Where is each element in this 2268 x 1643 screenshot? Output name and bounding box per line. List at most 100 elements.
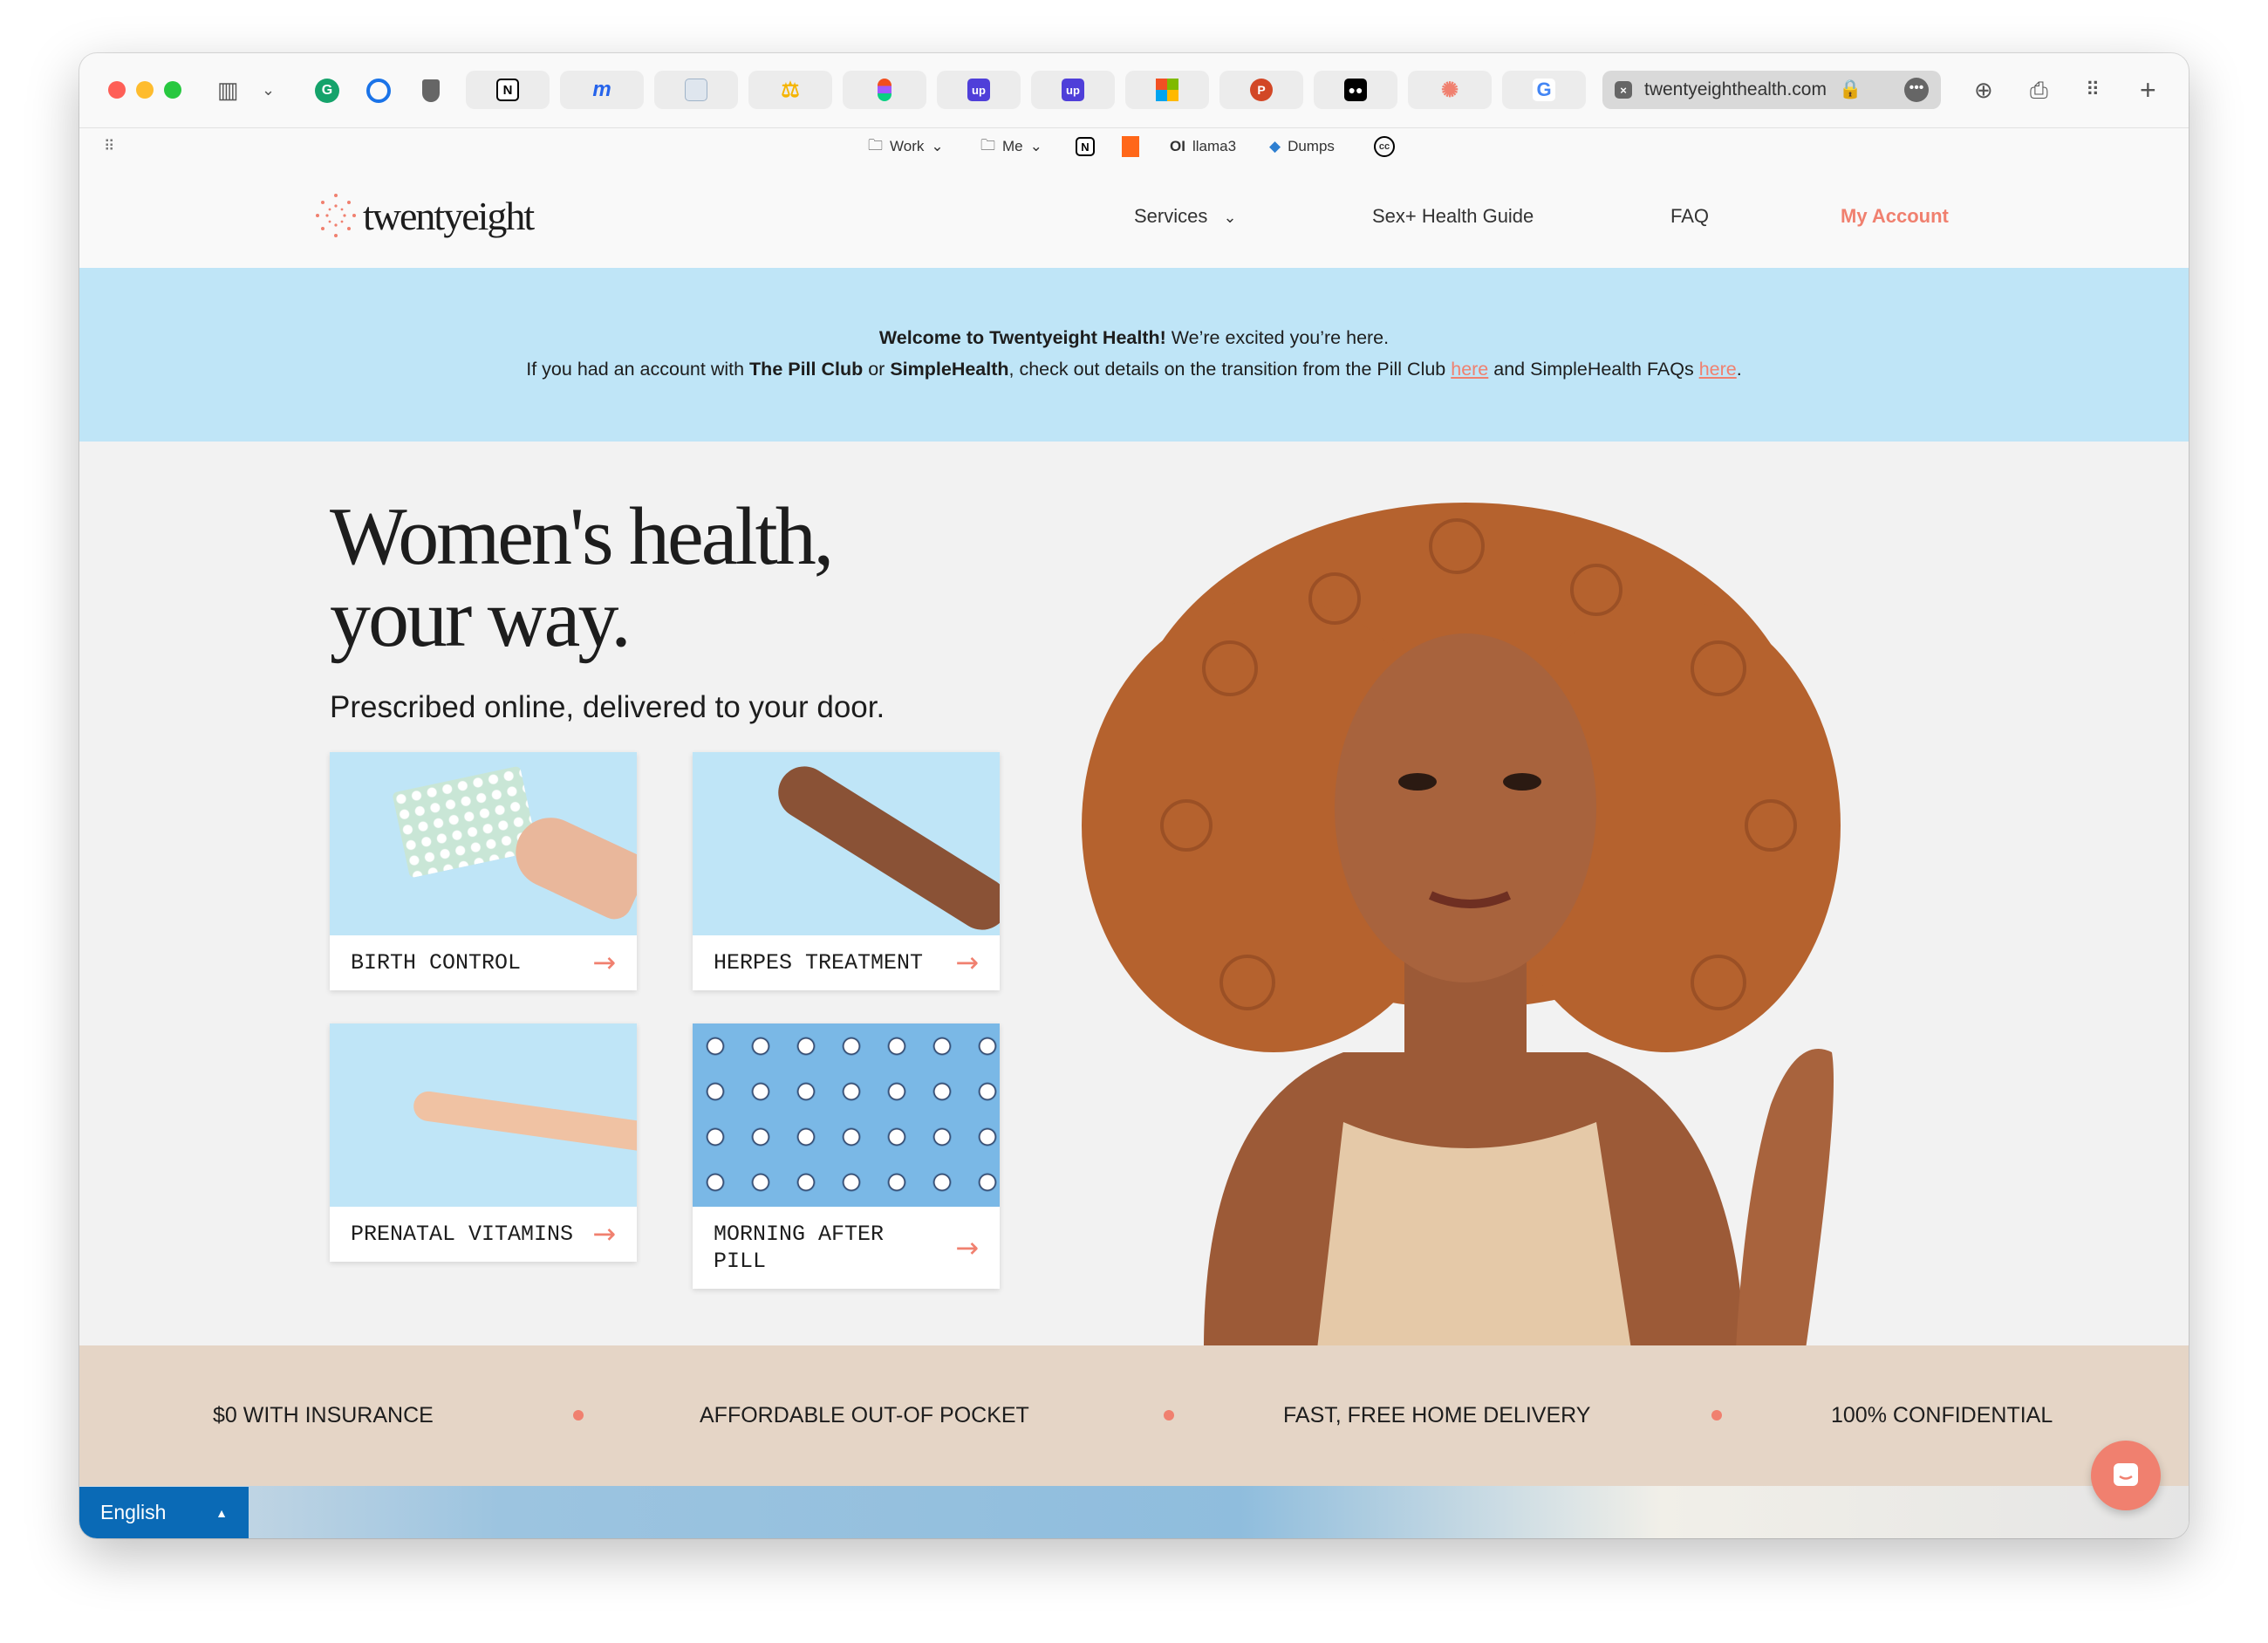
banner-welcome: Welcome to Twentyeight Health! <box>878 327 1166 348</box>
grammarly-icon[interactable]: G <box>315 79 339 103</box>
tab-medium[interactable]: ●● <box>1314 71 1397 109</box>
bookmark-notion[interactable]: N <box>1076 135 1095 158</box>
chat-icon <box>2114 1463 2138 1486</box>
chevron-down-icon: ⌄ <box>1223 209 1237 226</box>
minimize-window-button[interactable] <box>136 81 154 99</box>
nav-services[interactable]: Services ⌄ <box>1134 205 1237 228</box>
card-label: PRENATAL VITAMINS <box>351 1222 574 1247</box>
logo[interactable]: twentyeight <box>314 192 535 239</box>
chevron-down-icon: ⌄ <box>931 138 944 154</box>
nav-services-label: Services <box>1134 205 1208 227</box>
figma-icon <box>878 79 891 101</box>
card-morning-after-pill[interactable]: MORNING AFTER PILL → <box>693 1023 1000 1289</box>
download-icon[interactable]: ⊕ <box>1974 78 1993 102</box>
card-label: BIRTH CONTROL <box>351 950 522 976</box>
document-icon <box>685 79 707 101</box>
password-manager-icon[interactable] <box>366 79 391 103</box>
ollama-icon: OI <box>1170 138 1185 154</box>
tab-m-app[interactable]: m <box>560 71 644 109</box>
banner-text: . <box>1736 359 1742 380</box>
close-window-button[interactable] <box>108 81 126 99</box>
print-icon[interactable]: ⎙ <box>2030 78 2048 102</box>
chat-button[interactable] <box>2091 1441 2161 1510</box>
up-icon: up <box>967 79 990 101</box>
tab-twentyeight[interactable]: ✺ <box>1408 71 1492 109</box>
bookmark-cc[interactable]: cc <box>1374 135 1395 158</box>
address-bar[interactable]: × twentyeighthealth.com 🔒 ••• <box>1602 71 1941 109</box>
site-header: twentyeight Services ⌄ Sex+ Health Guide… <box>79 168 2189 268</box>
up-icon: up <box>1062 79 1084 101</box>
language-selector[interactable]: English ▲ <box>79 1487 249 1538</box>
cc-icon: cc <box>1374 136 1395 157</box>
hero-title-line-1: Women's health, <box>330 491 834 582</box>
bookmark-label: Dumps <box>1288 138 1335 154</box>
bookmark-label: Work <box>890 138 925 154</box>
tab-google[interactable]: G <box>1502 71 1586 109</box>
nav-faq[interactable]: FAQ <box>1670 205 1709 228</box>
zoom-window-button[interactable] <box>164 81 181 99</box>
microsoft-icon <box>1156 79 1178 101</box>
more-icon[interactable]: ••• <box>1904 78 1929 102</box>
arrow-right-icon: → <box>955 1230 979 1264</box>
m-app-icon: m <box>592 78 611 101</box>
pill-club-link[interactable]: here <box>1451 359 1488 380</box>
simplehealth-faq-link[interactable]: here <box>1699 359 1737 380</box>
notion-icon: N <box>496 79 519 101</box>
card-herpes-treatment[interactable]: HERPES TREATMENT → <box>693 752 1000 990</box>
birth-control-image <box>330 752 637 935</box>
new-tab-icon[interactable]: + <box>2140 76 2156 104</box>
feature-delivery: FAST, FREE HOME DELIVERY <box>1283 1403 1591 1427</box>
tab-scales[interactable]: ⚖ <box>748 71 832 109</box>
banner-text: , check out details on the transition fr… <box>1008 359 1452 380</box>
tab-close-icon[interactable]: × <box>1615 81 1632 99</box>
bookmark-label: llama3 <box>1192 138 1237 154</box>
card-label: MORNING AFTER PILL <box>714 1222 885 1274</box>
nav-guide[interactable]: Sex+ Health Guide <box>1372 205 1534 228</box>
bookmark-label: Me <box>1002 138 1023 154</box>
bookmark-substack[interactable] <box>1122 135 1139 158</box>
tab-microsoft[interactable] <box>1125 71 1209 109</box>
card-label: HERPES TREATMENT <box>714 950 924 976</box>
banner-text: If you had an account with <box>526 359 750 380</box>
hero-subtitle: Prescribed online, delivered to your doo… <box>330 690 885 724</box>
arrow-right-icon: → <box>592 946 616 979</box>
tab-up-2[interactable]: up <box>1031 71 1115 109</box>
banner-pill-club: The Pill Club <box>749 359 864 380</box>
shield-icon[interactable] <box>422 79 440 102</box>
scales-icon: ⚖ <box>781 78 800 102</box>
banner-simplehealth: SimpleHealth <box>890 359 1009 380</box>
feature-insurance: $0 WITH INSURANCE <box>213 1403 434 1427</box>
folder-icon: 🗀 <box>868 136 883 154</box>
nav-my-account[interactable]: My Account <box>1841 205 1949 228</box>
divider <box>79 127 2189 128</box>
language-label: English <box>100 1501 167 1523</box>
tab-up-1[interactable]: up <box>937 71 1021 109</box>
lock-icon: 🔒 <box>1838 79 1862 99</box>
prenatal-vitamins-image <box>330 1023 637 1207</box>
card-prenatal-vitamins[interactable]: PRENATAL VITAMINS → <box>330 1023 637 1262</box>
logo-burst-icon <box>316 194 356 237</box>
bookmark-dumps[interactable]: ◆ Dumps <box>1269 135 1335 158</box>
morning-after-pill-image <box>693 1023 1000 1207</box>
bookmark-me[interactable]: 🗀 Me ⌄ <box>980 135 1042 158</box>
tab-notion[interactable]: N <box>466 71 550 109</box>
sidebar-icon[interactable]: ▥ <box>217 78 239 102</box>
logo-text: twentyeight <box>363 193 535 238</box>
arrow-right-icon: → <box>955 946 979 979</box>
browser-window: ▥ ⌄ G N m ⚖ up up P ●● ✺ G × twentyeight… <box>79 53 2189 1538</box>
bookmarks-grid-icon[interactable]: ⠿ <box>104 135 114 158</box>
grid-icon[interactable]: ⠿ <box>2086 78 2100 102</box>
bookmark-work[interactable]: 🗀 Work ⌄ <box>868 135 944 158</box>
bookmark-llama3[interactable]: OI llama3 <box>1170 135 1236 158</box>
bullet-dot <box>1711 1410 1722 1421</box>
banner-text: We’re excited you’re here. <box>1165 327 1390 348</box>
chevron-down-icon[interactable]: ⌄ <box>262 78 275 102</box>
url-text: twentyeighthealth.com <box>1644 79 1827 99</box>
tab-figma[interactable] <box>843 71 926 109</box>
tab-powerpoint[interactable]: P <box>1219 71 1303 109</box>
tab-document[interactable] <box>654 71 738 109</box>
arrow-right-icon: → <box>592 1217 616 1250</box>
card-birth-control[interactable]: BIRTH CONTROL → <box>330 752 637 990</box>
powerpoint-icon: P <box>1250 79 1273 101</box>
caret-up-icon: ▲ <box>215 1505 228 1520</box>
